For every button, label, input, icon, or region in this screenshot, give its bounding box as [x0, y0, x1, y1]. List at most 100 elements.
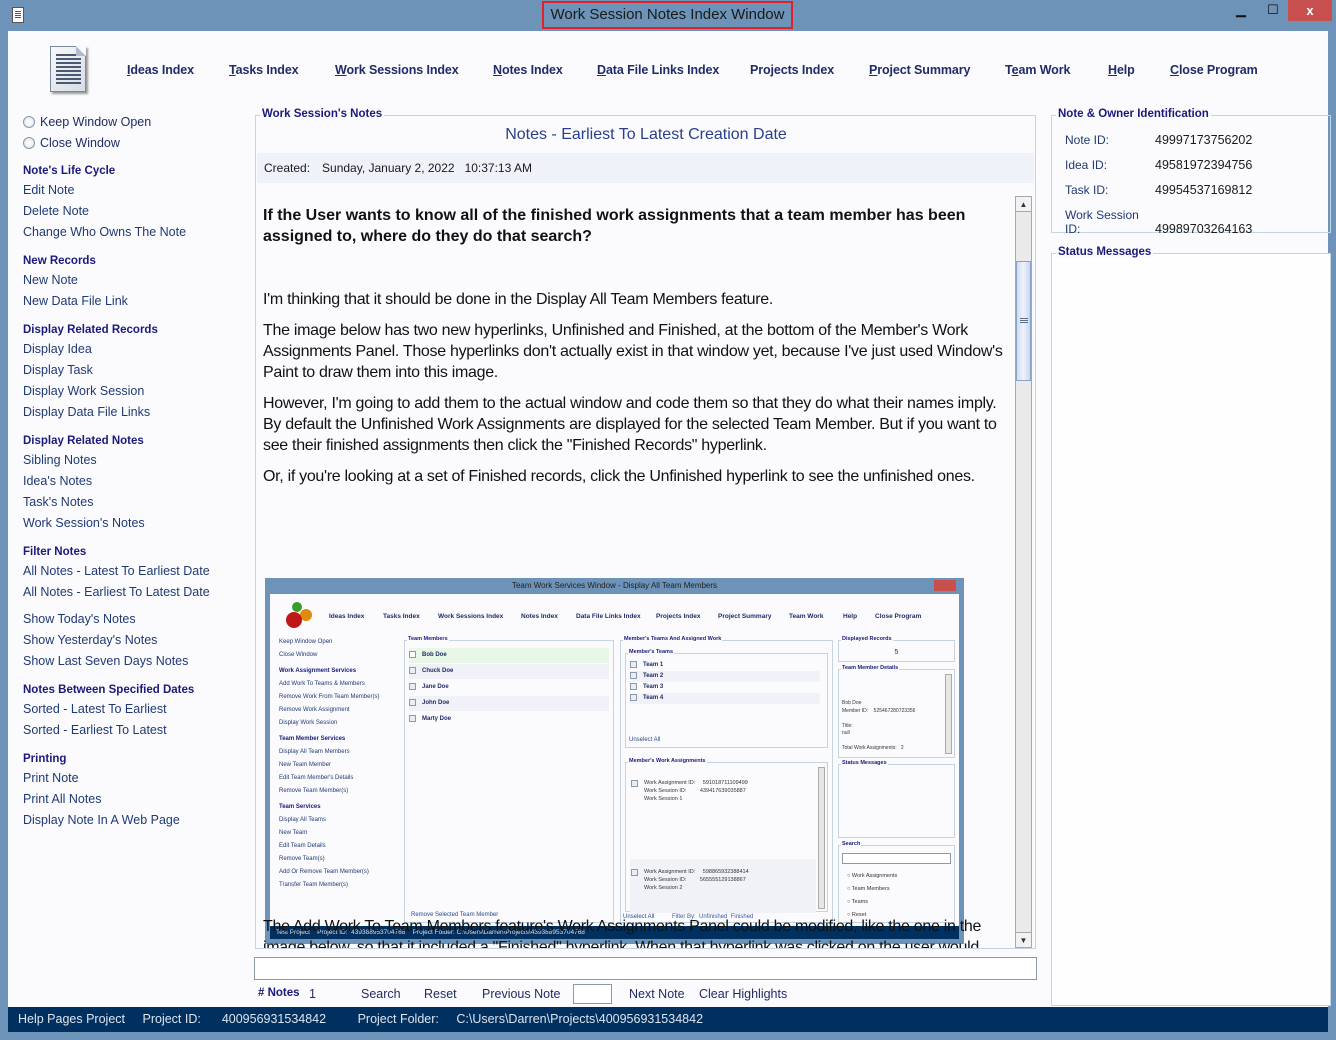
menu-team-work[interactable]: Team Work: [1005, 63, 1070, 77]
next-note-button[interactable]: Next Note: [629, 987, 685, 1001]
print-all-notes-link[interactable]: Print All Notes: [23, 789, 253, 810]
window-title: Work Session Notes Index Window: [542, 1, 793, 29]
last-seven-days-link[interactable]: Show Last Seven Days Notes: [23, 651, 253, 672]
embedded-item: New Team: [279, 830, 308, 836]
embedded-title: Team Work Services Window - Display All …: [511, 581, 718, 590]
checkbox-icon: [409, 666, 416, 674]
embedded-legend: Team Member Details: [841, 665, 900, 671]
scroll-thumb[interactable]: [1016, 261, 1031, 381]
checkbox-icon: [409, 698, 416, 706]
todays-notes-link[interactable]: Show Today's Notes: [23, 609, 253, 630]
scroll-up-icon[interactable]: ▲: [1016, 197, 1031, 212]
status-messages-panel: Status Messages: [1051, 246, 1331, 1006]
status-bar: Help Pages Project Project ID: 400956931…: [8, 1007, 1328, 1032]
menu-notes-index[interactable]: Notes Index: [493, 63, 563, 77]
document-icon: [50, 46, 86, 92]
new-note-link[interactable]: New Note: [23, 270, 253, 291]
menu-data-file-links-index[interactable]: Data File Links Index: [597, 63, 719, 77]
new-data-file-link[interactable]: New Data File Link: [23, 291, 253, 312]
embedded-teams: Member's Teams Team 1 Team 2 Team 3 Team…: [625, 649, 828, 748]
checkbox-icon: [409, 714, 416, 722]
embedded-menu-item: Help: [843, 613, 858, 620]
embedded-heading: Team Member Services: [279, 736, 346, 742]
created-row: Created: Sunday, January 2, 2022 10:37:13…: [257, 153, 1034, 183]
edit-note-link[interactable]: Edit Note: [23, 180, 253, 201]
sorted-earliest-link[interactable]: Sorted - Earliest To Latest: [23, 720, 253, 741]
close-button[interactable]: x: [1288, 0, 1332, 21]
display-task-link[interactable]: Display Task: [23, 360, 253, 381]
embedded-menu-item: Data File Links Index: [576, 613, 641, 620]
sibling-notes-link[interactable]: Sibling Notes: [23, 450, 253, 471]
status-messages-legend: Status Messages: [1056, 246, 1154, 258]
menu-tasks-index[interactable]: Tasks Index: [229, 63, 299, 77]
work-sessions-notes-link[interactable]: Work Session's Notes: [23, 513, 253, 534]
embedded-assigned-work: Member's Teams And Assigned Work Member'…: [620, 636, 833, 923]
embedded-menu-item: Projects Index: [656, 613, 701, 620]
display-work-session-link[interactable]: Display Work Session: [23, 381, 253, 402]
menu-help[interactable]: Help: [1108, 63, 1135, 77]
embedded-link: Unselect All: [629, 737, 661, 743]
display-idea-link[interactable]: Display Idea: [23, 339, 253, 360]
keep-window-open-radio[interactable]: Keep Window Open: [23, 111, 253, 132]
previous-note-button[interactable]: Previous Note: [482, 987, 561, 1001]
change-owner-link[interactable]: Change Who Owns The Note: [23, 222, 253, 243]
maximize-button[interactable]: ☐: [1260, 2, 1286, 23]
menu-project-summary[interactable]: Project Summary: [869, 63, 970, 77]
note-paragraph: However, I'm going to add them to the ac…: [263, 395, 997, 454]
embedded-client: Ideas Index Tasks Index Work Sessions In…: [270, 594, 959, 926]
embedded-item: Remove Work From Team Member(s): [279, 694, 380, 700]
reset-button[interactable]: Reset: [424, 987, 457, 1001]
yesterdays-notes-link[interactable]: Show Yesterday's Notes: [23, 630, 253, 651]
all-notes-earliest-link[interactable]: All Notes - Earliest To Latest Date: [23, 582, 253, 603]
embedded-radio: Keep Window Open: [279, 639, 333, 645]
menu-work-sessions-index[interactable]: Work Sessions Index: [335, 63, 459, 77]
note-paragraph: I'm thinking that it should be done in t…: [263, 291, 774, 308]
section-heading: Display Related Notes: [23, 435, 144, 447]
notes-scrollbar[interactable]: ▲ ▼: [1015, 196, 1032, 948]
notes-count-label: # Notes: [258, 987, 300, 999]
sorted-latest-link[interactable]: Sorted - Latest To Earliest: [23, 699, 253, 720]
print-note-link[interactable]: Print Note: [23, 768, 253, 789]
embedded-member-row: Chuck Doe: [409, 664, 609, 679]
embedded-legend: Displayed Records: [841, 636, 893, 642]
display-web-page-link[interactable]: Display Note In A Web Page: [23, 810, 253, 831]
embedded-item: Remove Team Member(s): [279, 788, 349, 794]
search-input[interactable]: [255, 958, 1036, 979]
ideas-notes-link[interactable]: Idea's Notes: [23, 471, 253, 492]
menu-projects-index[interactable]: Projects Index: [750, 63, 834, 77]
embedded-member-row: Bob Doe: [409, 648, 609, 663]
embedded-item: Remove Team(s): [279, 856, 325, 862]
embedded-item: Display Work Session: [279, 720, 338, 726]
sidebar: Keep Window Open Close Window Note's Lif…: [23, 111, 253, 831]
delete-note-link[interactable]: Delete Note: [23, 201, 253, 222]
work-session-id-row: Work Session ID: 49989703264163: [1065, 208, 1253, 236]
minimize-button[interactable]: ▁: [1228, 2, 1254, 23]
section-heading: Filter Notes: [23, 546, 87, 558]
embedded-heading: Team Services: [279, 804, 321, 810]
clear-highlights-button[interactable]: Clear Highlights: [699, 987, 787, 1001]
notes-count-value: 1: [309, 987, 316, 1001]
note-content[interactable]: If the User wants to know all of the fin…: [257, 196, 1014, 948]
note-paragraph: The Add Work To Team Members feature's W…: [263, 918, 982, 948]
search-button[interactable]: Search: [361, 987, 401, 1001]
note-number-input[interactable]: [573, 984, 612, 1004]
checkbox-icon: [409, 682, 416, 690]
section-heading: Printing: [23, 753, 67, 765]
embedded-item: Add Work To Teams & Members: [279, 681, 365, 687]
embedded-menu-item: Work Sessions Index: [438, 613, 504, 620]
embedded-menu-item: Close Program: [875, 613, 922, 620]
radio-icon: [23, 136, 35, 149]
created-value: Sunday, January 2, 2022 10:37:13 AM: [322, 161, 532, 175]
menu-close-program[interactable]: Close Program: [1170, 63, 1258, 77]
embedded-item: Add Or Remove Team Member(s): [279, 869, 369, 875]
note-id-row: Note ID: 49997173756202: [1065, 133, 1253, 147]
embedded-team-members: Team Members Bob Doe Chuck Doe Jane Doe …: [404, 636, 614, 923]
scroll-down-icon[interactable]: ▼: [1016, 932, 1031, 947]
embedded-work-assignments: Member's Work Assignments Work Assignmen…: [625, 758, 828, 913]
all-notes-latest-link[interactable]: All Notes - Latest To Earliest Date: [23, 561, 253, 582]
menu-ideas-index[interactable]: Ideas Index: [127, 63, 194, 77]
display-data-file-links-link[interactable]: Display Data File Links: [23, 402, 253, 423]
tasks-notes-link[interactable]: Task's Notes: [23, 492, 253, 513]
close-window-radio[interactable]: Close Window: [23, 132, 253, 153]
note-paragraph: Or, if you're looking at a set of Finish…: [263, 468, 975, 485]
